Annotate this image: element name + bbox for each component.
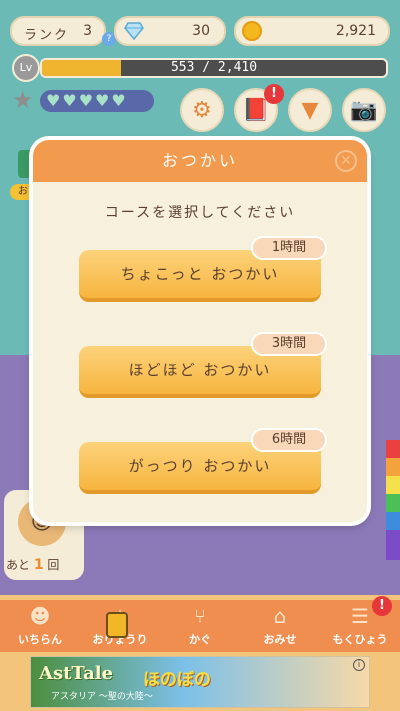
remaining-suffix: 回 <box>47 558 60 572</box>
store-icon: ⌂ <box>273 604 287 628</box>
gem-pill[interactable]: 30 <box>114 16 226 46</box>
course-option[interactable]: ちょこっと おつかい 1時間 <box>79 236 327 302</box>
ad-banner[interactable]: AstTale アスタリア ～聖の大陸～ ほのぼの i <box>30 656 370 708</box>
rank-pill: ランク 3 ? <box>10 16 116 46</box>
nav-item-furniture[interactable]: ⑂ かぐ <box>160 600 240 652</box>
nav-label: おみせ <box>263 633 297 646</box>
xp-text: 553 / 2,410 <box>170 60 258 75</box>
heart-icon: ♥ <box>62 91 77 110</box>
course-time-badge: 6時間 <box>251 428 327 452</box>
heart-icon: ♥ <box>111 91 126 110</box>
nav-label: もくひょう <box>332 633 388 646</box>
lock-icon <box>106 612 128 638</box>
camera-button[interactable]: 📷 <box>342 88 386 132</box>
ad-subtitle: アスタリア ～聖の大陸～ <box>51 692 153 702</box>
chair-icon: ⑂ <box>194 604 206 628</box>
nav-item-cooking[interactable]: ✦ おりょうり <box>80 600 160 652</box>
book-icon: 📕 <box>242 97 270 123</box>
hearts-meter: ♥ ♥ ♥ ♥ ♥ <box>40 90 154 112</box>
ad-title: AstTale <box>39 663 114 684</box>
list-icon: ☰ <box>351 604 369 628</box>
coin-count: 2,921 <box>335 23 376 39</box>
heart-icon: ♥ <box>95 91 110 110</box>
nav-item-list[interactable]: ☻ いちらん <box>0 600 80 652</box>
course-option[interactable]: がっつり おつかい 6時間 <box>79 428 327 494</box>
stand-button[interactable]: ▼ <box>288 88 332 132</box>
course-option[interactable]: ほどほど おつかい 3時間 <box>79 332 327 398</box>
settings-button[interactable]: ⚙ <box>180 88 224 132</box>
rank-value: 3 <box>83 23 92 39</box>
diamond-icon <box>124 22 144 40</box>
ad-logo: ほのぼの <box>143 670 211 690</box>
coin-icon <box>242 21 262 41</box>
modal-header: おつかい <box>33 140 367 182</box>
close-icon[interactable]: ✕ <box>335 150 357 172</box>
modal-title: おつかい <box>161 151 238 170</box>
stand-icon: ▼ <box>301 97 319 123</box>
bottom-nav: ☻ いちらん ✦ おりょうり ⑂ かぐ ⌂ おみせ ☰ もくひょう ! <box>0 596 400 652</box>
camera-icon: 📷 <box>350 97 378 123</box>
remaining-count: 1 <box>33 557 44 573</box>
nav-item-store[interactable]: ⌂ おみせ <box>240 600 320 652</box>
coin-pill[interactable]: 2,921 <box>234 16 390 46</box>
star-icon: ★ <box>12 86 34 114</box>
level-icon: Lv <box>12 54 40 82</box>
nav-item-goals[interactable]: ☰ もくひょう ! <box>320 596 400 652</box>
gem-count: 30 <box>192 23 210 39</box>
gear-icon: ⚙ <box>192 97 212 123</box>
heart-icon: ♥ <box>78 91 94 110</box>
character-icon: ☻ <box>29 604 51 628</box>
course-time-badge: 1時間 <box>251 236 327 260</box>
modal-prompt: コースを選択してください <box>104 205 296 221</box>
course-time-badge: 3時間 <box>251 332 327 356</box>
goals-alert-badge: ! <box>372 596 392 616</box>
book-button[interactable]: 📕 ! <box>234 84 284 132</box>
errand-modal: おつかい ✕ コースを選択してください ちょこっと おつかい 1時間 ほどほど … <box>33 140 367 522</box>
heart-icon: ♥ <box>46 91 61 110</box>
ad-info-icon[interactable]: i <box>353 659 365 671</box>
nav-label: いちらん <box>18 633 62 646</box>
book-alert-badge: ! <box>264 84 284 104</box>
nav-label: かぐ <box>189 633 211 646</box>
rank-label: ランク <box>24 28 70 43</box>
remaining-prefix: あと <box>6 558 31 572</box>
pixel-decoration <box>386 440 400 560</box>
remaining-label: あと 1 回 <box>6 556 59 573</box>
